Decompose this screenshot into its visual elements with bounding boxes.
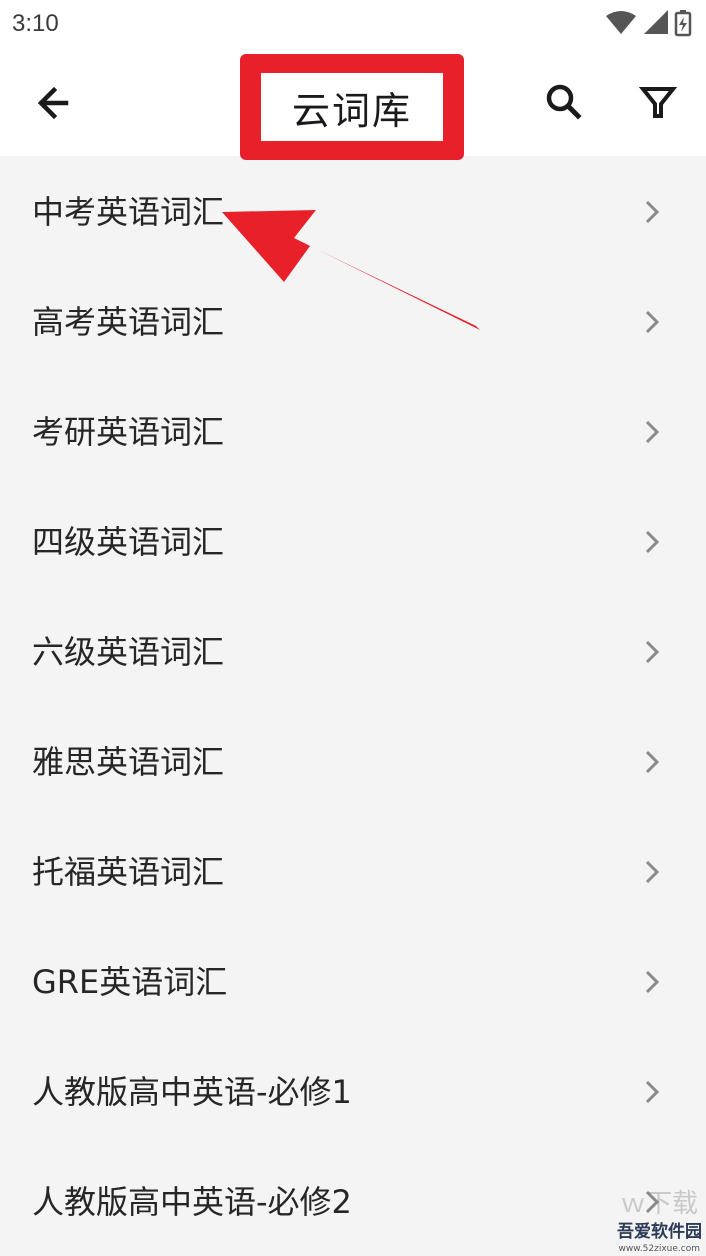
list-item-label: 托福英语词汇	[32, 853, 225, 891]
chevron-right-icon	[645, 860, 660, 884]
chevron-right-icon	[645, 420, 660, 444]
list-item-label: 四级英语词汇	[32, 523, 225, 561]
page-title: 云词库	[291, 88, 412, 133]
list-item[interactable]: 人教版高中英语-必修1	[0, 1036, 706, 1146]
watermark: ｗ下载 吾爱软件园 www.52zixue.com	[588, 1189, 706, 1256]
list-item[interactable]: 考研英语词汇	[0, 376, 706, 486]
list-item-label: 雅思英语词汇	[32, 743, 225, 781]
battery-charging-icon	[674, 10, 692, 37]
list-item-label: 人教版高中英语-必修2	[32, 1183, 352, 1221]
title-container: 云词库	[261, 73, 443, 141]
word-library-list: 中考英语词汇 高考英语词汇 考研英语词汇 四级英语词汇 六级英语词汇 雅思英语词…	[0, 156, 706, 1256]
status-time: 3:10	[12, 10, 59, 37]
chevron-right-icon	[645, 640, 660, 664]
watermark-text: 吾爱软件园	[617, 1222, 702, 1242]
watermark-url: www.52zixue.com	[618, 1244, 700, 1254]
filter-icon	[638, 87, 678, 118]
chevron-right-icon	[645, 1080, 660, 1104]
list-item-label: 高考英语词汇	[32, 303, 225, 341]
app-bar: 云词库	[0, 48, 706, 160]
status-bar: 3:10	[0, 0, 706, 48]
back-button[interactable]	[30, 78, 80, 128]
title-annotation-box: 云词库	[240, 54, 464, 160]
list-item[interactable]: GRE英语词汇	[0, 926, 706, 1036]
filter-button[interactable]	[634, 78, 682, 126]
list-item-label: 考研英语词汇	[32, 413, 225, 451]
list-item[interactable]: 雅思英语词汇	[0, 706, 706, 816]
wifi-icon	[606, 11, 636, 34]
chevron-right-icon	[645, 750, 660, 774]
search-button[interactable]	[540, 78, 588, 126]
list-item[interactable]: 四级英语词汇	[0, 486, 706, 596]
chevron-right-icon	[645, 200, 660, 224]
search-icon	[546, 84, 582, 120]
chevron-right-icon	[645, 970, 660, 994]
status-icons	[606, 10, 696, 38]
list-item[interactable]: 高考英语词汇	[0, 266, 706, 376]
chevron-right-icon	[645, 530, 660, 554]
list-item-label: 六级英语词汇	[32, 633, 225, 671]
watermark-faint-text: ｗ下载	[619, 1189, 698, 1219]
chevron-right-icon	[645, 310, 660, 334]
arrow-left-icon	[37, 86, 69, 120]
list-item-label: 人教版高中英语-必修1	[32, 1073, 352, 1111]
list-item-label: 中考英语词汇	[32, 193, 225, 231]
list-item[interactable]: 六级英语词汇	[0, 596, 706, 706]
list-item[interactable]: 中考英语词汇	[0, 156, 706, 266]
cellular-signal-icon	[644, 10, 668, 34]
list-item[interactable]: 托福英语词汇	[0, 816, 706, 926]
list-item-label: GRE英语词汇	[32, 963, 228, 1001]
